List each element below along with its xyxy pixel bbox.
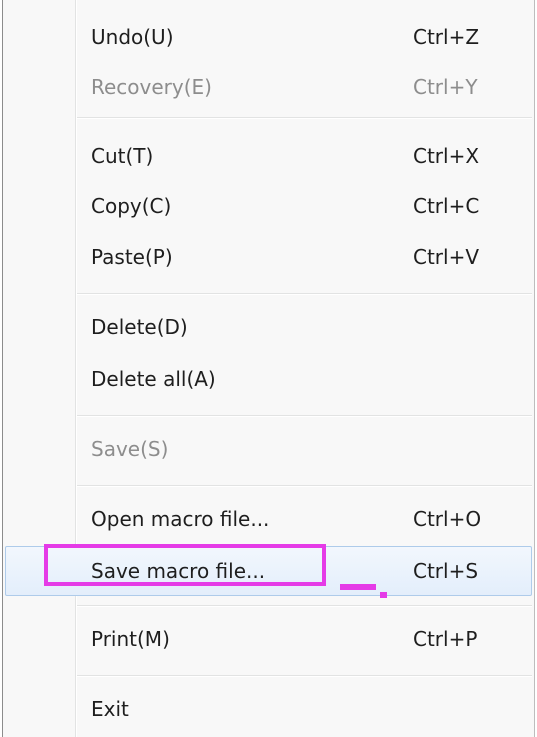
menu-item-label: Delete all(A)	[91, 367, 216, 391]
menu-item-delete[interactable]: Delete(D)	[3, 302, 534, 352]
menu-separator	[77, 293, 532, 295]
annotation-mark-dot	[380, 592, 387, 598]
menu-item-exit[interactable]: Exit	[3, 684, 534, 734]
menu-item-shortcut: Ctrl+S	[413, 559, 479, 583]
menu-item-shortcut: Ctrl+O	[413, 507, 482, 531]
menu-item-recovery: Recovery(E) Ctrl+Y	[3, 62, 534, 112]
menu-item-shortcut: Ctrl+V	[413, 245, 480, 269]
menu-item-undo[interactable]: Undo(U) Ctrl+Z	[3, 12, 534, 62]
menu-item-paste[interactable]: Paste(P) Ctrl+V	[3, 232, 534, 282]
menu-item-label: Print(M)	[91, 627, 170, 651]
menu-item-label: Cut(T)	[91, 144, 154, 168]
menu-item-label: Save(S)	[91, 437, 169, 461]
menu-item-label: Paste(P)	[91, 245, 173, 269]
menu-item-copy[interactable]: Copy(C) Ctrl+C	[3, 181, 534, 231]
menu-item-cut[interactable]: Cut(T) Ctrl+X	[3, 131, 534, 181]
menu-item-label: Delete(D)	[91, 315, 188, 339]
menu-item-shortcut: Ctrl+Y	[413, 75, 478, 99]
menu-item-label: Recovery(E)	[91, 75, 212, 99]
menu-item-label: Copy(C)	[91, 194, 172, 218]
menu-separator	[77, 415, 532, 417]
menu-item-label: Undo(U)	[91, 25, 174, 49]
menu-separator	[77, 117, 532, 119]
menu-item-shortcut: Ctrl+Z	[413, 25, 480, 49]
menu-item-shortcut: Ctrl+P	[413, 627, 478, 651]
menu-separator	[77, 485, 532, 487]
menu-separator	[77, 605, 532, 607]
menu-item-label: Exit	[91, 697, 129, 721]
annotation-mark	[340, 584, 376, 590]
annotation-highlight-box	[44, 544, 326, 586]
menu-item-label: Open macro file...	[91, 507, 270, 531]
menu-item-print[interactable]: Print(M) Ctrl+P	[3, 614, 534, 664]
context-menu: Undo(U) Ctrl+Z Recovery(E) Ctrl+Y Cut(T)…	[2, 0, 535, 737]
menu-item-delete-all[interactable]: Delete all(A)	[3, 354, 534, 404]
menu-item-save: Save(S)	[3, 424, 534, 474]
menu-item-shortcut: Ctrl+X	[413, 144, 480, 168]
menu-item-open-macro-file[interactable]: Open macro file... Ctrl+O	[3, 494, 534, 544]
menu-separator	[77, 675, 532, 677]
menu-item-shortcut: Ctrl+C	[413, 194, 480, 218]
